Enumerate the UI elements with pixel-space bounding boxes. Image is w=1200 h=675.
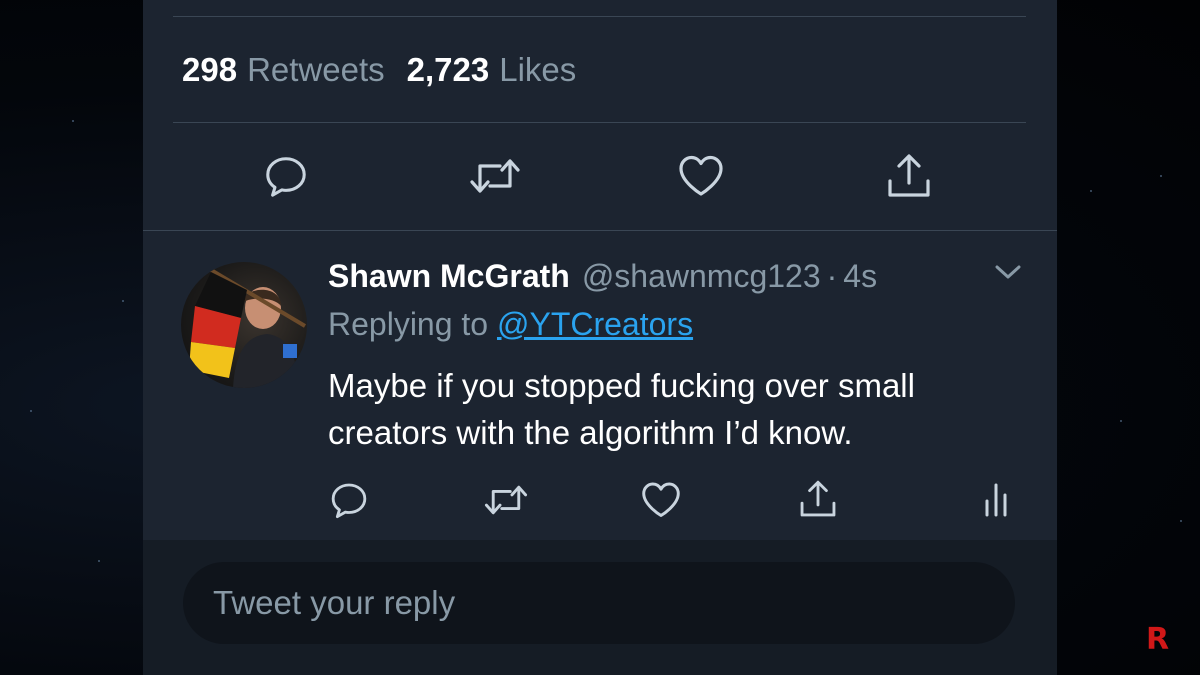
like-button[interactable] bbox=[675, 150, 727, 202]
reply-input[interactable]: Tweet your reply bbox=[183, 562, 1015, 644]
tweet-text: Maybe if you stopped fucking over small … bbox=[328, 367, 915, 451]
avatar-image bbox=[189, 268, 307, 388]
retweet-icon bbox=[484, 485, 528, 515]
retweet-icon bbox=[470, 159, 520, 193]
retweet-label[interactable]: Retweets bbox=[247, 51, 385, 89]
avatar[interactable] bbox=[181, 262, 307, 388]
reply-button[interactable] bbox=[327, 478, 371, 522]
share-icon bbox=[888, 154, 930, 197]
author-name[interactable]: Shawn McGrath bbox=[328, 258, 570, 295]
channel-watermark: R bbox=[1146, 622, 1170, 657]
timestamp[interactable]: 4s bbox=[843, 258, 877, 295]
like-icon bbox=[679, 155, 723, 196]
share-icon bbox=[800, 480, 836, 517]
tweet-menu-button[interactable] bbox=[993, 262, 1023, 287]
separator-dot: · bbox=[826, 257, 838, 294]
tweet-detail-panel: 298 Retweets 2,723 Likes Shawn McGrath @… bbox=[143, 0, 1057, 675]
share-button[interactable] bbox=[881, 148, 937, 204]
actions-divider bbox=[143, 230, 1057, 231]
replying-to-label: Replying to bbox=[328, 306, 489, 342]
reply-composer: Tweet your reply bbox=[143, 540, 1057, 675]
reply-icon bbox=[331, 483, 367, 519]
like-icon bbox=[642, 482, 680, 518]
top-divider bbox=[173, 16, 1026, 17]
analytics-button[interactable] bbox=[979, 478, 1013, 522]
replying-to-line: Replying to @YTCreators bbox=[328, 306, 693, 343]
retweet-button[interactable] bbox=[481, 478, 531, 522]
stats-divider bbox=[173, 122, 1026, 123]
retweet-button[interactable] bbox=[466, 150, 524, 202]
engagement-stats: 298 Retweets 2,723 Likes bbox=[182, 48, 576, 92]
author-handle[interactable]: @shawnmcg123 bbox=[582, 258, 821, 295]
mention-link[interactable]: @YTCreators bbox=[497, 306, 693, 342]
share-button[interactable] bbox=[795, 476, 841, 522]
tweet-header: Shawn McGrath @shawnmcg123 · 4s bbox=[328, 254, 877, 298]
reply-button[interactable] bbox=[261, 150, 311, 202]
reply-tweet[interactable]: Shawn McGrath @shawnmcg123 · 4s Replying… bbox=[143, 232, 1057, 540]
like-button[interactable] bbox=[639, 478, 683, 522]
like-count[interactable]: 2,723 bbox=[407, 51, 490, 89]
like-label[interactable]: Likes bbox=[499, 51, 576, 89]
chevron-down-icon bbox=[995, 265, 1021, 279]
retweet-count[interactable]: 298 bbox=[182, 51, 237, 89]
analytics-icon bbox=[985, 483, 1007, 517]
reply-icon bbox=[266, 157, 306, 197]
